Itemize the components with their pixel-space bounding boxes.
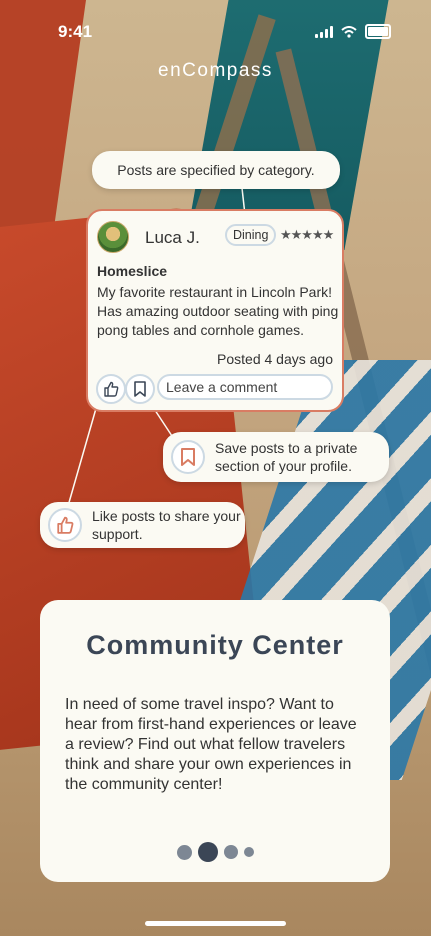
page-dot[interactable] — [176, 844, 192, 860]
save-callout-text: Save posts to a private section of your … — [215, 440, 358, 474]
like-callout: Like posts to share your support. — [40, 502, 245, 548]
thumbs-up-icon — [104, 381, 119, 397]
cellular-signal-icon — [315, 25, 333, 38]
page-dot-active[interactable] — [197, 842, 218, 862]
post-title: Homeslice — [97, 263, 168, 279]
page-dot[interactable] — [223, 845, 238, 859]
status-bar: 9:41 — [0, 0, 431, 60]
wifi-icon — [341, 25, 357, 38]
post-body: My favorite restaurant in Lincoln Park! … — [97, 284, 339, 338]
post-timestamp: Posted 4 days ago — [217, 351, 333, 367]
rating-stars: ★★★★★ — [280, 227, 334, 242]
like-callout-text: Like posts to share your support. — [92, 508, 241, 542]
page-dot[interactable] — [243, 847, 254, 857]
status-time: 9:41 — [58, 22, 93, 41]
home-indicator[interactable] — [145, 921, 286, 926]
bookmark-icon — [171, 440, 205, 474]
avatar[interactable] — [97, 221, 129, 253]
bookmark-icon — [134, 381, 146, 397]
card-title: Community Center — [86, 630, 344, 660]
app-logo: enCompass — [158, 60, 273, 81]
category-badge[interactable]: Dining — [225, 224, 277, 246]
battery-icon — [365, 24, 391, 39]
page-indicator[interactable] — [40, 842, 390, 862]
thumbs-up-icon — [48, 508, 82, 542]
sample-post-card: Luca J. Dining ★★★★★ Homeslice My favori… — [86, 209, 344, 412]
card-description: In need of some travel inspo? Want to he… — [65, 696, 357, 793]
like-button[interactable] — [96, 374, 126, 404]
onboarding-card: Community Center In need of some travel … — [40, 600, 390, 882]
category-callout-text: Posts are specified by category. — [117, 162, 315, 178]
comment-input[interactable]: Leave a comment — [157, 374, 333, 400]
post-author[interactable]: Luca J. — [145, 228, 200, 248]
category-callout: Posts are specified by category. — [92, 151, 340, 189]
save-button[interactable] — [125, 374, 155, 404]
save-callout: Save posts to a private section of your … — [163, 432, 389, 482]
